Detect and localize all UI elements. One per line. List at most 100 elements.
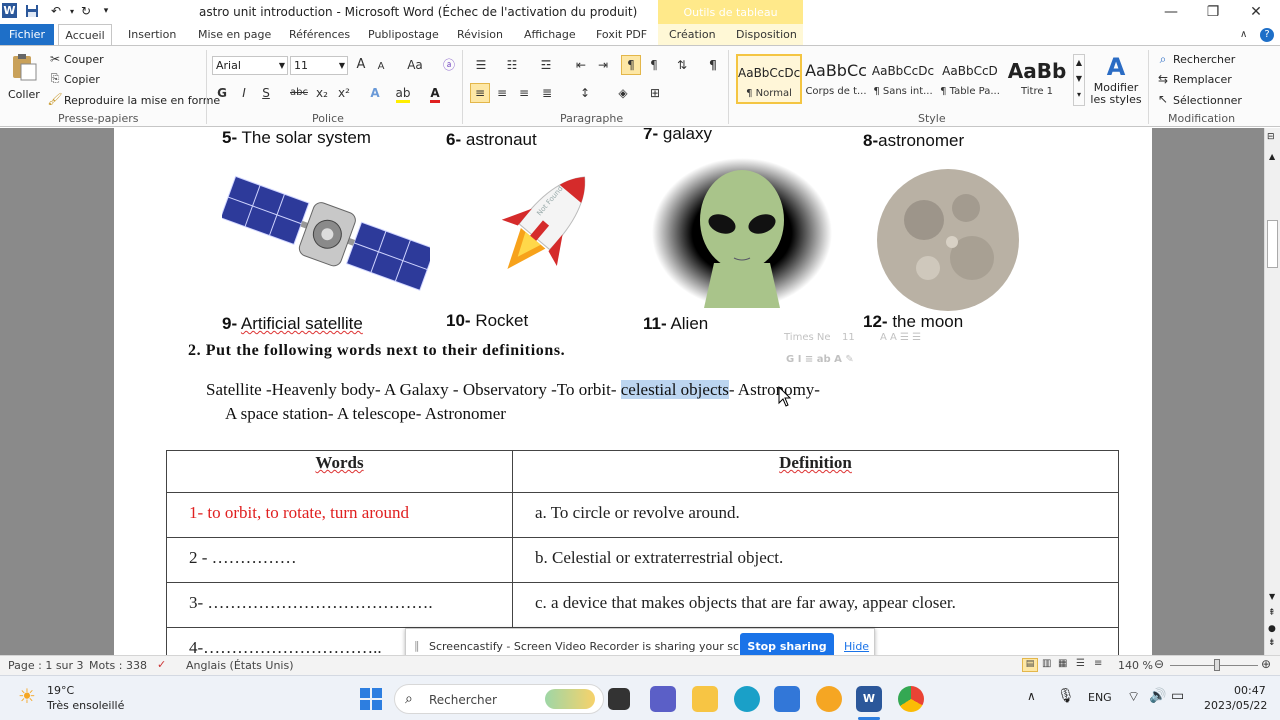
task-view-icon[interactable]: [608, 688, 630, 710]
next-page-icon[interactable]: ⇟: [1268, 638, 1276, 648]
justify-icon[interactable]: ≣: [538, 84, 556, 102]
font-name-dropdown[interactable]: Arial ▼: [212, 56, 288, 75]
style-normal[interactable]: AaBbCcDc ¶ Normal: [736, 54, 802, 104]
find-icon[interactable]: ⌕: [1154, 50, 1172, 68]
table-cell-word[interactable]: 1- to orbit, to rotate, turn around: [166, 492, 513, 538]
redo-icon[interactable]: ↻: [78, 3, 94, 19]
outline-view-icon[interactable]: ☰: [1076, 658, 1085, 669]
mini-grow-icon[interactable]: A A ☰ ☰: [880, 332, 921, 343]
zoom-level[interactable]: 140 %: [1118, 659, 1153, 672]
borders-icon[interactable]: ⊞: [646, 84, 664, 102]
page-count[interactable]: Page : 1 sur 3: [8, 659, 84, 672]
weather-sun-icon[interactable]: ☀: [18, 684, 36, 708]
rtl-direction-icon[interactable]: ¶: [645, 56, 663, 74]
document-page[interactable]: 5- The solar system 6- astronaut 7- gala…: [114, 128, 1152, 655]
tab-references[interactable]: Références: [289, 24, 350, 46]
zoom-in-icon[interactable]: ⊕: [1261, 657, 1271, 671]
clear-formatting-icon[interactable]: ⓐ: [440, 56, 458, 74]
alien-image[interactable]: [652, 158, 832, 308]
change-case-button[interactable]: Aa: [402, 56, 428, 74]
ltr-direction-icon[interactable]: ¶: [621, 55, 641, 75]
chrome-icon[interactable]: [898, 686, 924, 712]
tab-file[interactable]: Fichier: [0, 24, 54, 45]
change-styles-button[interactable]: A Modifier les styles: [1090, 52, 1142, 112]
drag-handle-icon[interactable]: ‖: [414, 639, 420, 652]
minimize-button[interactable]: —: [1156, 2, 1186, 22]
tab-foxit-pdf[interactable]: Foxit PDF: [596, 24, 647, 46]
close-button[interactable]: ✕: [1241, 2, 1271, 22]
table-cell-definition[interactable]: b. Celestial or extraterrestrial object.: [512, 537, 1119, 583]
selected-text[interactable]: celestial objects: [620, 380, 729, 399]
format-painter-icon[interactable]: 🖌: [46, 90, 64, 108]
table-cell-word[interactable]: 2 - ……………: [166, 537, 513, 583]
increase-indent-icon[interactable]: ⇥: [594, 56, 612, 74]
style-table-paragraph[interactable]: AaBbCcD ¶ Table Pa...: [937, 54, 1003, 104]
weather-temperature[interactable]: 19°C: [47, 684, 74, 697]
paste-button[interactable]: Coller: [6, 50, 42, 106]
strikethrough-button[interactable]: abc: [288, 84, 310, 102]
replace-button[interactable]: Remplacer: [1173, 73, 1232, 86]
word-app-icon[interactable]: W: [2, 3, 17, 18]
rocket-image[interactable]: Not Found: [486, 161, 606, 286]
table-cell-definition[interactable]: a. To circle or revolve around.: [512, 492, 1119, 538]
taskbar-search-box[interactable]: ⌕ Rechercher: [394, 684, 604, 714]
find-button[interactable]: Rechercher: [1173, 53, 1235, 66]
select-icon[interactable]: ↖: [1154, 90, 1172, 108]
mini-font-size[interactable]: 11: [842, 332, 855, 343]
draft-view-icon[interactable]: ≡: [1094, 658, 1102, 669]
underline-button[interactable]: S: [257, 84, 275, 102]
vertical-scrollbar[interactable]: ⊟ ▲ ▼ ⇞ ● ⇟: [1264, 128, 1280, 655]
select-button[interactable]: Sélectionner: [1173, 94, 1242, 107]
zoom-slider-thumb[interactable]: [1214, 659, 1220, 671]
table-cell-word[interactable]: 3- ………………………………….: [166, 582, 513, 628]
style-body-text[interactable]: AaBbCc Corps de t...: [803, 54, 869, 104]
line-spacing-icon[interactable]: ↕: [576, 84, 594, 102]
tab-view[interactable]: Affichage: [524, 24, 576, 46]
teams-chat-icon[interactable]: [650, 686, 676, 712]
styles-scroll-buttons[interactable]: ▲ ▼ ▾: [1073, 54, 1085, 106]
mini-format-icons[interactable]: G I ≡ ab A ✎: [786, 354, 854, 365]
show-hidden-icons[interactable]: ∧: [1027, 689, 1036, 703]
tab-layout[interactable]: Disposition: [736, 24, 797, 46]
scroll-up-icon[interactable]: ▲: [1269, 152, 1275, 161]
print-layout-view-icon[interactable]: ▤: [1022, 658, 1038, 672]
sort-icon[interactable]: ⇅: [673, 56, 691, 74]
style-no-spacing[interactable]: AaBbCcDc ¶ Sans int...: [870, 54, 936, 104]
align-left-icon[interactable]: ≡: [470, 83, 490, 103]
windows-start-icon[interactable]: [360, 688, 382, 710]
grow-font-button[interactable]: A: [352, 56, 370, 74]
tab-home[interactable]: Accueil: [58, 24, 112, 46]
subscript-button[interactable]: x₂: [313, 84, 331, 102]
bold-button[interactable]: G: [213, 84, 231, 102]
tab-mailings[interactable]: Publipostage: [368, 24, 439, 46]
save-icon[interactable]: [24, 3, 40, 19]
moon-image[interactable]: [876, 168, 1020, 312]
numbering-icon[interactable]: ☷: [503, 56, 521, 74]
language-status[interactable]: Anglais (États Unis): [186, 659, 294, 672]
text-effects-icon[interactable]: A: [366, 84, 384, 102]
cut-icon[interactable]: ✂: [46, 50, 64, 68]
highlight-color-icon[interactable]: ab: [394, 84, 412, 103]
satellite-image[interactable]: [222, 166, 430, 311]
scroll-down-icon[interactable]: ▼: [1269, 592, 1275, 601]
shading-icon[interactable]: ◈: [614, 84, 632, 102]
replace-icon[interactable]: ⇆: [1154, 70, 1172, 88]
tab-design[interactable]: Création: [669, 24, 716, 46]
format-painter-button[interactable]: Reproduire la mise en forme: [64, 94, 220, 107]
word-count[interactable]: Mots : 338: [89, 659, 147, 672]
clock-time[interactable]: 00:47: [1234, 684, 1266, 697]
help-icon[interactable]: ?: [1260, 28, 1274, 42]
edge-browser-icon[interactable]: [734, 686, 760, 712]
italic-button[interactable]: I: [235, 84, 253, 102]
copy-icon[interactable]: ⎘: [46, 70, 64, 88]
decrease-indent-icon[interactable]: ⇤: [572, 56, 590, 74]
font-color-icon[interactable]: A: [426, 84, 444, 103]
multilevel-list-icon[interactable]: ☲: [537, 56, 555, 74]
show-formatting-marks-icon[interactable]: ¶: [704, 56, 722, 74]
scrollbar-thumb[interactable]: [1267, 220, 1278, 268]
bullets-icon[interactable]: ☰: [472, 56, 490, 74]
tab-insert[interactable]: Insertion: [128, 24, 176, 46]
table-cell-definition[interactable]: c. a device that makes objects that are …: [512, 582, 1119, 628]
copy-button[interactable]: Copier: [64, 73, 100, 86]
wifi-icon[interactable]: ⌔: [1127, 688, 1140, 706]
